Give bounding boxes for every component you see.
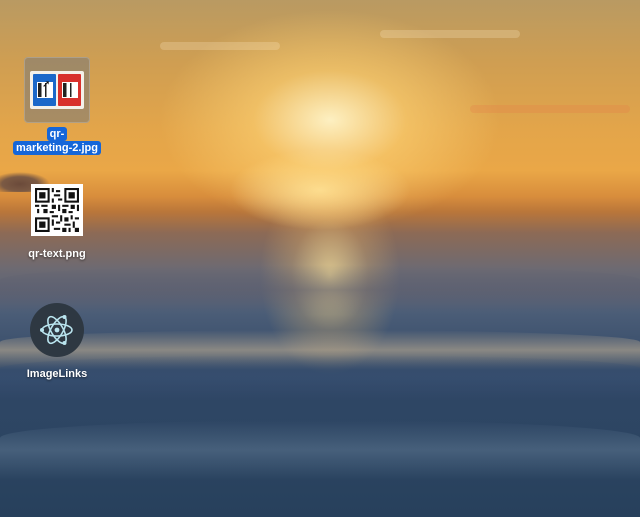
wallpaper-cloud [470, 105, 630, 113]
app-icon-frame[interactable] [24, 297, 90, 363]
image-thumbnail: ➚ [30, 71, 84, 109]
file-name-line-2: marketing-2.jpg [13, 141, 101, 155]
file-thumbnail-frame[interactable]: ➚ [24, 57, 90, 123]
file-thumbnail-frame[interactable] [24, 177, 90, 243]
wallpaper-cloud [380, 30, 520, 38]
desktop-icon-imagelinks[interactable]: ImageLinks [2, 297, 112, 381]
file-name-line-1: qr- [46, 127, 68, 141]
app-name-label[interactable]: ImageLinks [27, 367, 88, 381]
wallpaper-wave [0, 420, 640, 480]
desktop-icon-qr-text[interactable]: qr-text.png [2, 177, 112, 261]
cursor-icon: ➚ [42, 79, 51, 90]
electron-atom-icon [30, 303, 84, 357]
thumbnail-panel-red [58, 74, 81, 106]
qr-code-icon [35, 188, 79, 232]
atom-icon [40, 315, 73, 345]
thumbnail-panel-blue: ➚ [33, 74, 56, 106]
wallpaper-cloud [160, 42, 280, 50]
qr-code-icon [61, 82, 78, 98]
qr-code-thumbnail [31, 184, 83, 236]
file-name-label[interactable]: qr- marketing-2.jpg [13, 127, 101, 155]
file-name-label[interactable]: qr-text.png [28, 247, 85, 261]
desktop-icon-qr-marketing-2[interactable]: ➚ qr- marketing-2.jpg [2, 57, 112, 155]
